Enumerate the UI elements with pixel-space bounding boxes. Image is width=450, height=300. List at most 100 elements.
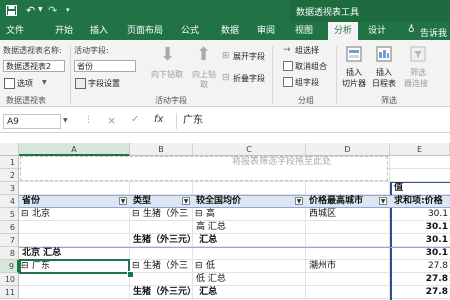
- redo-icon[interactable]: ↷: [48, 4, 57, 17]
- type-cell[interactable]: 生猪（外三: [141, 260, 192, 273]
- column-header-a[interactable]: A: [19, 143, 130, 156]
- options-button[interactable]: 选项: [17, 78, 33, 89]
- tab-insert[interactable]: 插入: [87, 22, 111, 40]
- tab-view[interactable]: 视图: [292, 22, 316, 40]
- price-cell[interactable]: 30.1: [392, 247, 450, 260]
- enter-icon[interactable]: ✓: [131, 114, 139, 125]
- gridline: [19, 181, 450, 182]
- group-field-icon: [283, 77, 293, 87]
- options-dropdown-icon[interactable]: ▼: [42, 79, 47, 86]
- filter-dropdown-icon[interactable]: ▼: [379, 197, 387, 205]
- pivot-name-label: 数据透视表名称:: [3, 46, 62, 55]
- subtotal-label[interactable]: 低 汇总: [194, 273, 305, 286]
- row-header[interactable]: 3: [0, 182, 19, 195]
- expand-field-icon: ⊞: [222, 51, 230, 61]
- ungroup-button[interactable]: 取消组合: [295, 61, 327, 72]
- province-cell[interactable]: 北京: [30, 208, 128, 221]
- save-icon[interactable]: [6, 5, 17, 16]
- report-filter-dropzone[interactable]: [20, 156, 388, 181]
- tell-me-box[interactable]: 告诉我: [420, 26, 447, 39]
- row-header[interactable]: 8: [0, 247, 19, 260]
- slicer-icon[interactable]: [346, 46, 362, 65]
- undo-dropdown-icon[interactable]: ▼: [38, 6, 43, 13]
- filter-dropdown-icon[interactable]: ▼: [182, 197, 190, 205]
- cancel-icon[interactable]: ×: [107, 114, 116, 127]
- city-cell[interactable]: 潮州市: [307, 260, 389, 273]
- vs-national-cell[interactable]: 低: [204, 260, 304, 273]
- ungroup-icon: [283, 61, 293, 71]
- header-sum-price: 求和项:价格: [394, 196, 443, 206]
- group-field-button[interactable]: 组字段: [295, 77, 319, 88]
- collapse-field-button[interactable]: 折叠字段: [233, 73, 265, 84]
- undo-icon[interactable]: ↶: [26, 4, 35, 17]
- filter-dropdown-icon[interactable]: ▼: [119, 197, 127, 205]
- tab-formulas[interactable]: 公式: [178, 22, 202, 40]
- formula-bar-grip-icon: ⋮: [84, 115, 93, 125]
- column-header-d[interactable]: D: [306, 143, 390, 156]
- row-header[interactable]: 4: [0, 195, 19, 208]
- qat-customize-icon[interactable]: ▾: [66, 6, 70, 14]
- row-header[interactable]: 11: [0, 286, 19, 299]
- name-box[interactable]: A9: [3, 114, 61, 129]
- group-selection-button[interactable]: 组选择: [295, 45, 319, 56]
- column-header-e[interactable]: E: [390, 143, 450, 156]
- insert-timeline-button[interactable]: 插入: [376, 67, 392, 78]
- insert-timeline-button-line2: 日程表: [372, 79, 396, 88]
- drill-up-icon[interactable]: ⬆: [196, 46, 211, 64]
- tab-file[interactable]: 文件: [2, 22, 28, 40]
- row-header[interactable]: 2: [0, 169, 19, 182]
- field-settings-icon: [75, 78, 86, 89]
- group-separator: [70, 46, 71, 104]
- filter-connections-icon[interactable]: [410, 46, 426, 65]
- tab-data[interactable]: 数据: [218, 22, 242, 40]
- column-header-b[interactable]: B: [130, 143, 193, 156]
- row-header[interactable]: 10: [0, 273, 19, 286]
- subtotal-label[interactable]: 高 汇总: [194, 221, 305, 234]
- tab-home[interactable]: 开始: [52, 22, 76, 40]
- tab-design[interactable]: 设计: [364, 22, 390, 40]
- field-settings-button[interactable]: 字段设置: [88, 78, 120, 89]
- price-cell[interactable]: 30.1: [392, 208, 450, 221]
- tab-review[interactable]: 审阅: [254, 22, 278, 40]
- subtotal-label[interactable]: 生猪（外三元） 汇总: [131, 286, 305, 299]
- collapse-field-icon: ⊟: [222, 73, 230, 83]
- filter-connections-button[interactable]: 筛选: [410, 67, 426, 78]
- select-all-corner[interactable]: [0, 143, 19, 156]
- price-cell[interactable]: 27.8: [392, 260, 450, 273]
- price-cell[interactable]: 27.8: [392, 273, 450, 286]
- drill-down-icon[interactable]: ⬇: [160, 46, 175, 64]
- name-box-dropdown-icon[interactable]: ▼: [63, 117, 68, 124]
- group-selection-icon: →: [283, 45, 291, 55]
- row-header[interactable]: 5: [0, 208, 19, 221]
- vs-national-cell[interactable]: 高: [204, 208, 304, 221]
- drill-down-button[interactable]: 向下钻取: [151, 69, 183, 80]
- row-header[interactable]: 6: [0, 221, 19, 234]
- formula-input[interactable]: 广东: [176, 113, 450, 129]
- active-field-label: 活动字段:: [74, 46, 109, 55]
- header-province: 省份: [22, 196, 41, 206]
- pivot-name-input[interactable]: 数据透视表2: [3, 60, 65, 72]
- group-separator: [336, 46, 337, 104]
- row-header[interactable]: 9: [0, 260, 19, 273]
- tab-page-layout[interactable]: 页面布局: [125, 22, 165, 40]
- price-cell[interactable]: 30.1: [392, 221, 450, 234]
- insert-function-icon[interactable]: fx: [154, 114, 163, 125]
- type-cell[interactable]: 生猪（外三: [141, 208, 192, 221]
- active-field-input[interactable]: 省份: [74, 60, 136, 72]
- subtotal-label[interactable]: 生猪（外三元） 汇总: [131, 234, 305, 247]
- header-vs-national: 较全国均价: [196, 196, 242, 206]
- expand-field-button[interactable]: 展开字段: [233, 51, 265, 62]
- row-header[interactable]: 7: [0, 234, 19, 247]
- filter-dropdown-icon[interactable]: ▼: [295, 197, 303, 205]
- fill-handle[interactable]: [127, 271, 134, 278]
- price-cell[interactable]: 30.1: [392, 234, 450, 247]
- insert-slicer-button[interactable]: 插入: [346, 67, 362, 78]
- city-cell[interactable]: 西城区: [307, 208, 389, 221]
- timeline-icon[interactable]: [376, 46, 392, 65]
- column-header-c[interactable]: C: [193, 143, 306, 156]
- row-header[interactable]: 1: [0, 156, 19, 169]
- header-highest-city: 价格最高城市: [309, 196, 364, 206]
- active-cell-outline[interactable]: [19, 259, 130, 274]
- price-cell[interactable]: 27.8: [392, 286, 450, 299]
- tab-analyze[interactable]: 分析: [328, 22, 358, 40]
